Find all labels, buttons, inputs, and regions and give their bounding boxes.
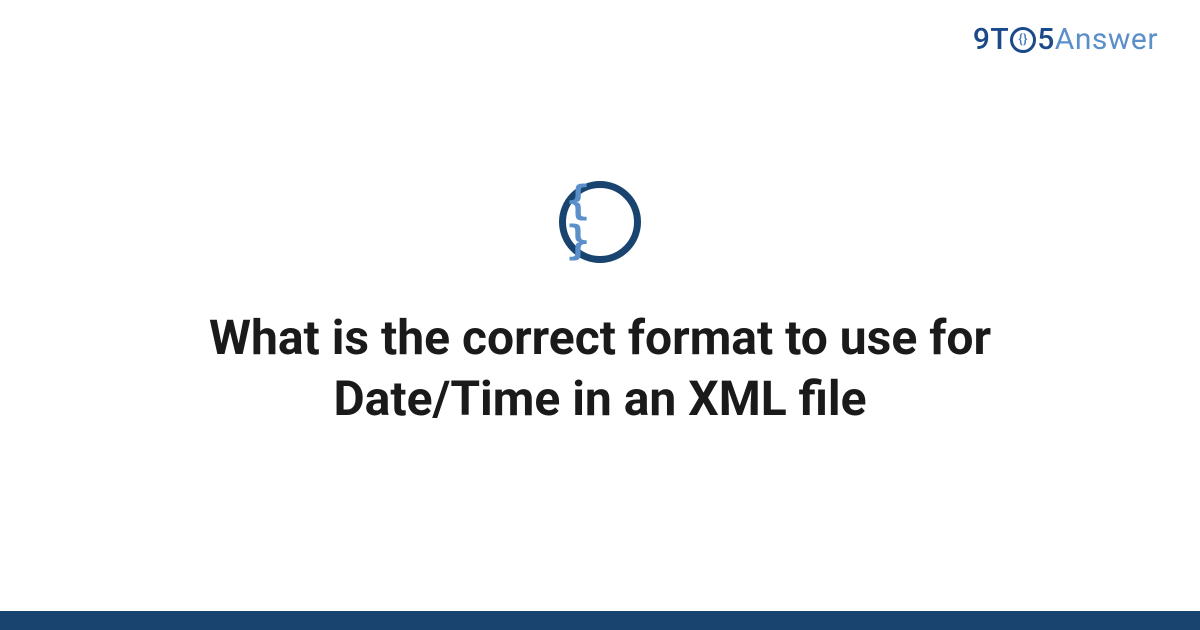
main-content: { } What is the correct format to use fo… [0,0,1200,630]
footer-bar [0,611,1200,630]
code-braces-icon: { } [559,181,641,263]
topic-icon-wrap: { } [559,181,641,263]
brace-glyph: { } [566,181,634,261]
page-title: What is the correct format to use for Da… [100,307,1100,430]
